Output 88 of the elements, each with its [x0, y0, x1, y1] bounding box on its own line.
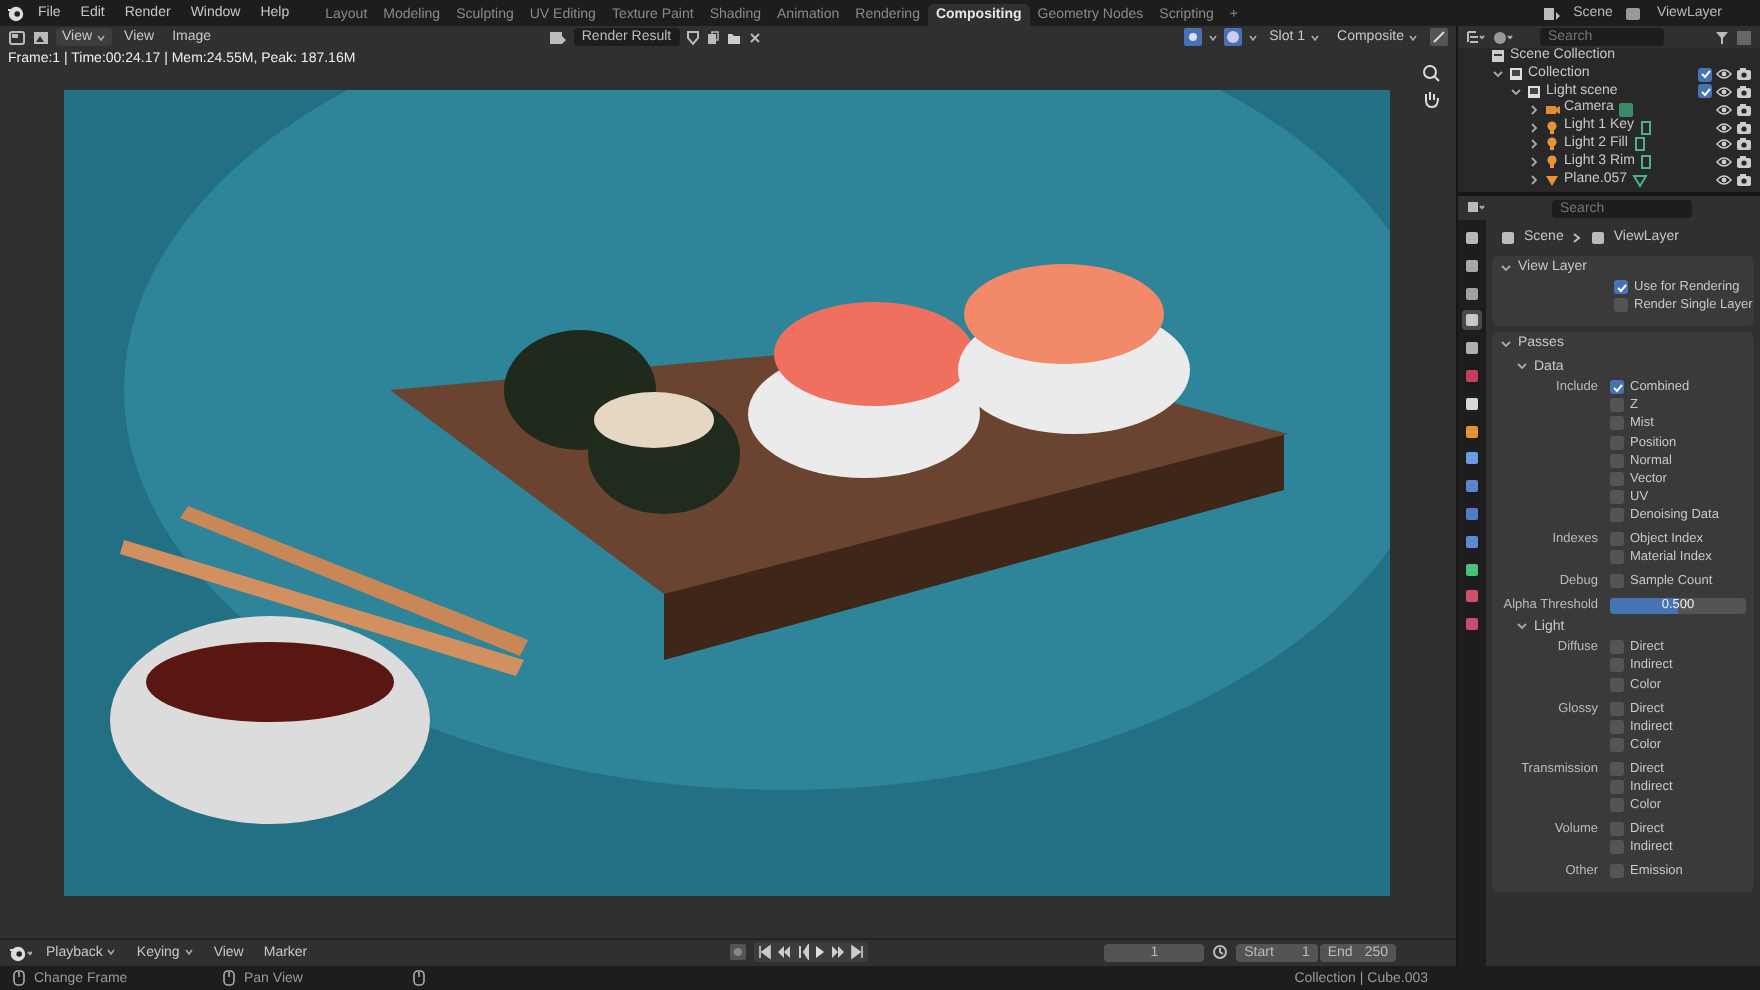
editor-type-icon[interactable] — [8, 29, 26, 45]
chevron-icon[interactable] — [1528, 138, 1540, 151]
checkbox[interactable] — [1614, 298, 1628, 313]
eye-icon[interactable] — [1716, 66, 1732, 83]
camera-icon[interactable] — [1736, 171, 1752, 188]
chevron-icon[interactable] — [1500, 261, 1512, 273]
checkbox[interactable] — [1610, 531, 1624, 546]
checkbox[interactable] — [1610, 761, 1624, 776]
camera-data-icon — [1617, 101, 1634, 118]
camera-icon[interactable] — [1736, 154, 1752, 171]
hand-icon[interactable] — [1422, 90, 1440, 108]
display-channels-icon[interactable] — [1430, 28, 1448, 46]
copy-icon[interactable] — [705, 29, 720, 45]
checkbox[interactable] — [1610, 550, 1624, 565]
checkbox[interactable] — [1610, 840, 1624, 855]
zoom-icon[interactable] — [1422, 64, 1440, 82]
checkbox[interactable] — [1610, 398, 1624, 413]
camera-icon[interactable] — [1736, 101, 1752, 118]
display-mode-icon[interactable] — [1492, 29, 1514, 45]
checkbox[interactable] — [1610, 822, 1624, 837]
caret-icon — [183, 948, 194, 956]
image-icon[interactable] — [32, 29, 50, 45]
close-icon[interactable] — [747, 29, 762, 45]
sphere-icon[interactable] — [1223, 28, 1242, 46]
eye-icon[interactable] — [1716, 119, 1732, 136]
editor-type-icon[interactable] — [1466, 200, 1486, 216]
shield-icon[interactable] — [685, 29, 700, 45]
chevron-icon[interactable] — [1492, 68, 1504, 81]
checkbox[interactable] — [1614, 280, 1628, 295]
eye-icon[interactable] — [1716, 136, 1732, 153]
checkbox[interactable] — [1610, 574, 1624, 589]
editor-type-icon[interactable] — [8, 943, 32, 961]
camera-icon[interactable] — [1736, 66, 1752, 83]
checkbox[interactable] — [1610, 435, 1624, 450]
caret-icon — [96, 33, 107, 41]
checkbox[interactable] — [1610, 489, 1624, 504]
chevron-icon[interactable] — [1516, 620, 1528, 633]
checkbox[interactable] — [1610, 701, 1624, 716]
checkbox[interactable] — [1610, 864, 1624, 879]
caret-icon — [1309, 33, 1320, 41]
checkbox[interactable] — [1698, 84, 1712, 99]
mouse-icon — [222, 970, 236, 986]
camera-icon[interactable] — [1736, 83, 1752, 100]
chevron-icon[interactable] — [1528, 121, 1540, 134]
eye-icon[interactable] — [1716, 154, 1732, 171]
checkbox[interactable] — [1610, 780, 1624, 795]
eye-icon[interactable] — [1716, 171, 1732, 188]
mesh-data-icon — [1631, 171, 1648, 188]
mouse-icon — [12, 970, 26, 986]
checkbox[interactable] — [1610, 737, 1624, 752]
jump-end-icon[interactable] — [847, 944, 864, 960]
mouse-icon — [412, 970, 426, 986]
chevron-icon[interactable] — [1528, 103, 1540, 116]
fast-forward-icon[interactable] — [829, 944, 846, 960]
caret-icon — [1247, 33, 1258, 41]
checkbox[interactable] — [1610, 453, 1624, 468]
checkbox[interactable] — [1610, 380, 1624, 395]
chevron-icon[interactable] — [1516, 360, 1528, 373]
blender-logo-icon[interactable] — [6, 3, 26, 23]
camera-icon[interactable] — [1736, 119, 1752, 136]
checkbox[interactable] — [1698, 67, 1712, 82]
editor-type-icon[interactable] — [1466, 29, 1486, 45]
eye-icon[interactable] — [1716, 101, 1732, 118]
caret-icon — [1408, 33, 1418, 41]
checkbox[interactable] — [1610, 416, 1624, 431]
step-back-icon[interactable] — [793, 944, 810, 960]
triangle-icon — [1544, 171, 1560, 188]
rewind-icon[interactable] — [775, 944, 792, 960]
checkbox[interactable] — [1610, 658, 1624, 673]
chevron-icon[interactable] — [1528, 173, 1540, 186]
caret-icon — [106, 948, 117, 956]
eye-icon[interactable] — [1716, 83, 1732, 100]
caret-icon — [1207, 33, 1218, 41]
checkbox[interactable] — [1610, 640, 1624, 655]
checkbox[interactable] — [1610, 719, 1624, 734]
record-icon[interactable] — [729, 944, 746, 960]
chevron-icon[interactable] — [1500, 337, 1512, 350]
jump-start-icon[interactable] — [757, 944, 774, 960]
checkbox[interactable] — [1610, 677, 1624, 692]
clock-icon[interactable] — [1212, 944, 1229, 960]
chevron-icon[interactable] — [1510, 85, 1522, 98]
checkbox[interactable] — [1610, 798, 1624, 813]
overlay-icon[interactable] — [1183, 28, 1202, 46]
play-icon[interactable] — [811, 944, 828, 960]
chevron-icon[interactable] — [1528, 156, 1540, 169]
checkbox[interactable] — [1610, 471, 1624, 486]
checkbox[interactable] — [1610, 507, 1624, 522]
camera-icon[interactable] — [1736, 136, 1752, 153]
